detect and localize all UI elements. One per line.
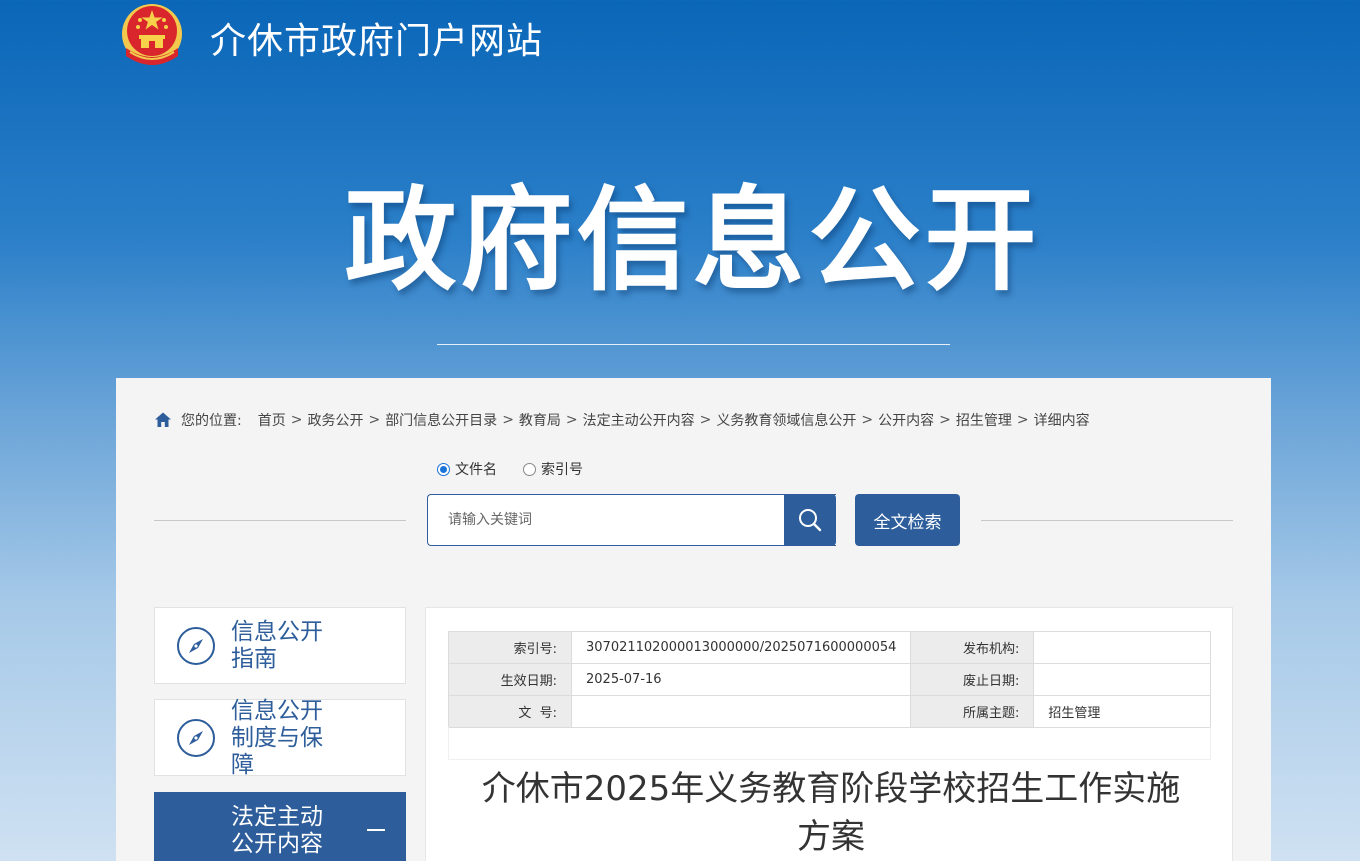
- breadcrumb: 您的位置: 首页 > 政务公开 > 部门信息公开目录 > 教育局 > 法定主动公…: [154, 409, 1090, 431]
- banner-title: 政府信息公开: [344, 176, 1041, 306]
- meta-value: [1033, 631, 1211, 664]
- national-emblem-icon: [122, 4, 182, 65]
- breadcrumb-home[interactable]: 首页: [258, 410, 286, 430]
- sidebar-item-label: 法定主动公开内容: [231, 804, 323, 857]
- radio-filename-label: 文件名: [455, 462, 497, 478]
- breadcrumb-separator: >: [565, 412, 578, 428]
- sidebar-item-guide[interactable]: 信息公开指南: [154, 607, 406, 684]
- radio-filename[interactable]: 文件名: [437, 459, 497, 479]
- search-type-radio-group: 文件名 索引号: [437, 459, 609, 479]
- meta-key: 生效日期:: [448, 663, 572, 696]
- radio-index-number-label: 索引号: [541, 462, 583, 478]
- meta-value: [1033, 663, 1211, 696]
- radio-index-number[interactable]: 索引号: [523, 459, 583, 479]
- radio-unchecked-icon[interactable]: [523, 462, 536, 476]
- breadcrumb-current: 详细内容: [1033, 413, 1090, 429]
- search-button[interactable]: [784, 494, 836, 546]
- breadcrumb-separator: >: [290, 412, 303, 428]
- breadcrumb-gov-affairs[interactable]: 政务公开: [307, 410, 363, 430]
- breadcrumb-compulsory-edu[interactable]: 义务教育领域信息公开: [716, 410, 856, 430]
- breadcrumb-separator: >: [939, 412, 951, 428]
- search-divider-right: [981, 520, 1233, 521]
- compass-icon: [177, 627, 215, 665]
- breadcrumb-dept-catalog[interactable]: 部门信息公开目录: [385, 410, 497, 430]
- collapse-minus-icon[interactable]: [367, 829, 385, 831]
- breadcrumb-separator: >: [1016, 412, 1029, 428]
- site-title: 介休市政府门户网站: [210, 21, 544, 62]
- main-panel: 您的位置: 首页 > 政务公开 > 部门信息公开目录 > 教育局 > 法定主动公…: [116, 378, 1271, 861]
- search-divider-left: [154, 520, 406, 521]
- meta-key: 索引号:: [448, 631, 572, 664]
- table-row: 生效日期: 2025-07-16 废止日期:: [448, 663, 1211, 696]
- breadcrumb-education-bureau[interactable]: 教育局: [519, 410, 561, 430]
- metadata-table: 索引号: 307021102000013000000/2025071600000…: [448, 631, 1211, 728]
- table-row: 文 号: 所属主题: 招生管理: [448, 695, 1211, 728]
- sidebar-item-label: 信息公开制度与保障: [231, 698, 323, 778]
- article-title: 介休市2025年义务教育阶段学校招生工作实施方案: [481, 769, 1181, 857]
- banner-divider: [437, 344, 950, 345]
- meta-key: 废止日期:: [910, 663, 1035, 696]
- sidebar-item-label: 信息公开指南: [231, 619, 323, 672]
- home-icon: [155, 412, 171, 427]
- breadcrumb-prefix: 您的位置:: [181, 413, 242, 429]
- sidebar-item-statutory[interactable]: 法定主动公开内容: [154, 792, 406, 861]
- meta-value: [570, 695, 912, 728]
- metadata-spacer: [448, 727, 1211, 760]
- breadcrumb-enrollment[interactable]: 招生管理: [956, 410, 1012, 430]
- radio-checked-icon[interactable]: [437, 462, 450, 476]
- breadcrumb-statutory-content[interactable]: 法定主动公开内容: [583, 410, 695, 430]
- meta-value: 307021102000013000000/2025071600000054: [570, 631, 912, 664]
- breadcrumb-separator: >: [699, 412, 712, 428]
- compass-icon: [177, 719, 215, 757]
- meta-key: 所属主题:: [910, 695, 1035, 728]
- fulltext-search-button[interactable]: 全文检索: [855, 494, 960, 546]
- meta-value: 2025-07-16: [570, 663, 912, 696]
- breadcrumb-separator: >: [861, 412, 874, 428]
- sidebar-item-system[interactable]: 信息公开制度与保障: [154, 698, 406, 778]
- meta-value: 招生管理: [1033, 695, 1211, 728]
- table-row: 索引号: 307021102000013000000/2025071600000…: [448, 631, 1211, 664]
- breadcrumb-separator: >: [502, 412, 514, 428]
- article-content: 索引号: 307021102000013000000/2025071600000…: [425, 607, 1233, 861]
- breadcrumb-separator: >: [368, 412, 381, 428]
- meta-key: 发布机构:: [910, 631, 1035, 664]
- search-input[interactable]: [427, 494, 836, 546]
- meta-key: 文 号:: [448, 695, 572, 728]
- breadcrumb-public-content[interactable]: 公开内容: [878, 410, 934, 430]
- search-icon: [799, 509, 822, 532]
